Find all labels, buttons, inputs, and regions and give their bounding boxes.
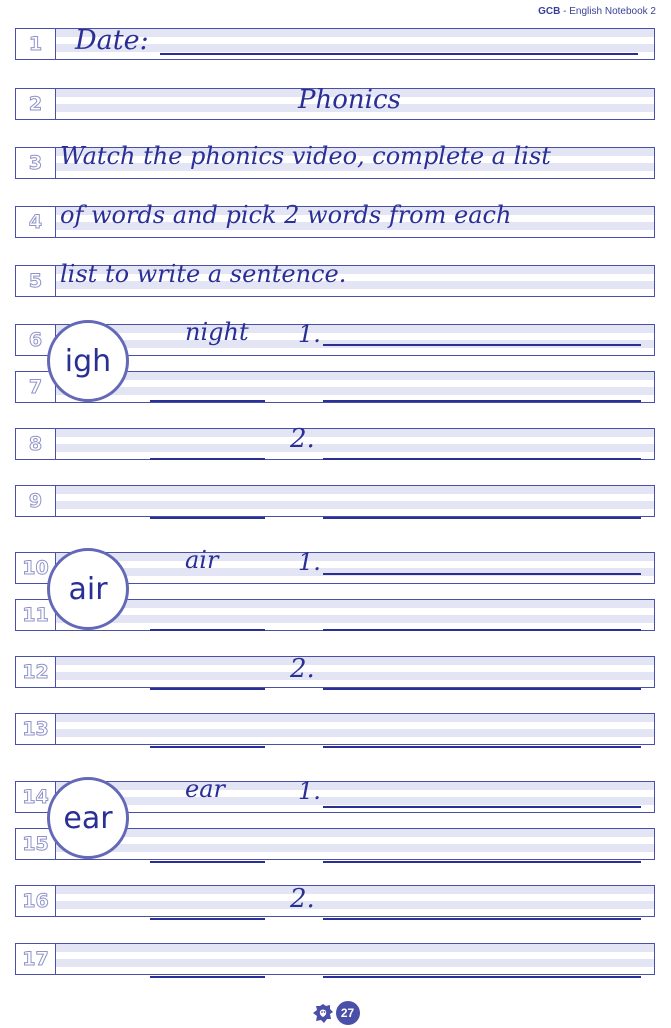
example-word-night: night [185,318,249,346]
page-header: GCB - English Notebook 2 [538,6,656,17]
notebook-row-9: 9 [15,485,655,517]
marker-1: 1. [298,320,321,348]
page-footer: 27 [0,1000,671,1026]
header-title: English Notebook 2 [569,6,656,17]
notebook-row-17: 17 [15,943,655,975]
marker-1: 1. [298,777,321,805]
marker-2: 2. [290,424,315,454]
date-label: Date: [75,25,149,56]
heading-phonics: Phonics [298,85,401,115]
notebook-row-13: 13 [15,713,655,745]
row-number: 8 [16,429,56,459]
word-line [150,458,265,460]
date-underline [160,53,638,55]
answer-line [323,918,641,920]
answer-line [323,400,641,402]
answer-line [323,688,641,690]
row-number: 1 [16,29,56,59]
row-number: 16 [16,886,56,916]
page-number-badge: 27 [335,1001,360,1025]
answer-line [323,976,641,978]
marker-2: 2. [290,884,315,914]
word-line [150,517,265,519]
word-line [150,400,265,402]
word-line [150,976,265,978]
lion-head-icon [312,1004,333,1023]
row-number: 5 [16,266,56,296]
answer-line [323,344,641,346]
word-line [150,688,265,690]
word-line [150,918,265,920]
word-line [150,861,265,863]
marker-2: 2. [290,654,315,684]
example-word-air: air [185,546,219,574]
row-number: 4 [16,207,56,237]
word-line [150,629,265,631]
example-word-ear: ear [185,775,225,803]
row-number: 13 [16,714,56,744]
row-number: 9 [16,486,56,516]
sound-circle-air: air [47,548,129,630]
row-number: 2 [16,89,56,119]
answer-line [323,806,641,808]
marker-1: 1. [298,548,321,576]
sound-circle-ear: ear [47,777,129,859]
answer-line [323,861,641,863]
notebook-row-12: 12 [15,656,655,688]
answer-line [323,573,641,575]
answer-line [323,517,641,519]
answer-line [323,746,641,748]
row-number: 3 [16,148,56,178]
notebook-row-16: 16 [15,885,655,917]
instruction-line-2: of words and pick 2 words from each [60,201,512,229]
row-number: 12 [16,657,56,687]
header-brand: GCB [538,6,561,17]
word-line [150,746,265,748]
header-separator: - [560,6,570,17]
instruction-line-3: list to write a sentence. [60,260,347,288]
row-number: 17 [16,944,56,974]
answer-line [323,629,641,631]
sound-circle-igh: igh [47,320,129,402]
instruction-line-1: Watch the phonics video, complete a list [60,142,551,170]
answer-line [323,458,641,460]
notebook-row-8: 8 [15,428,655,460]
